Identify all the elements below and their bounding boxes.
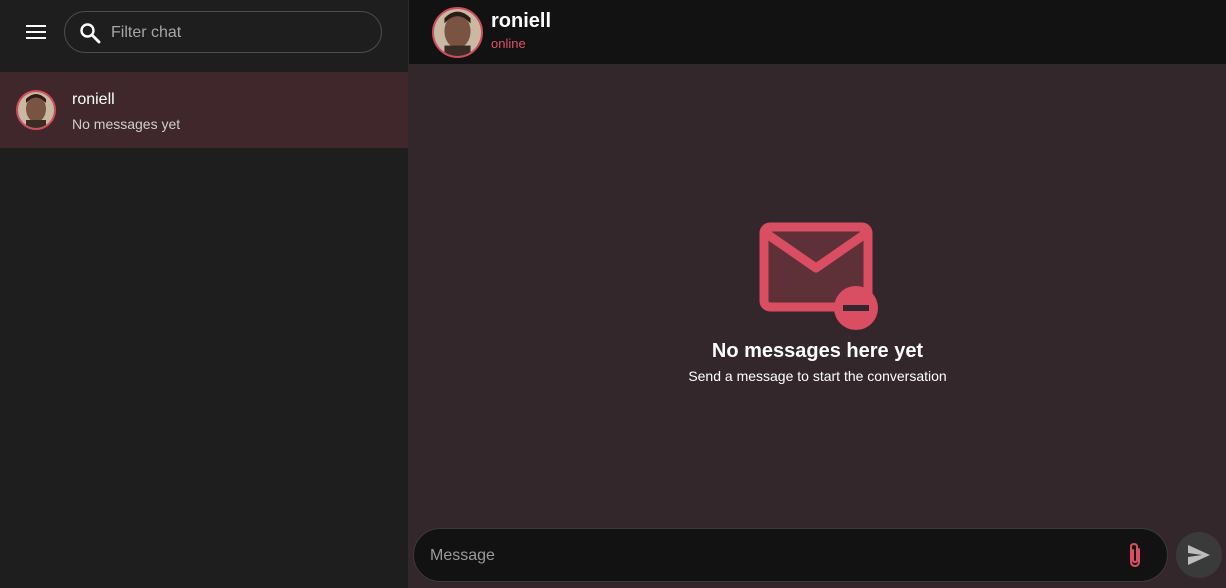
empty-state-title: No messages here yet xyxy=(711,340,924,362)
empty-state-subtitle: Send a message to start the conversation xyxy=(688,368,947,384)
sidebar-header xyxy=(0,0,408,64)
conversation-header: roniell online xyxy=(409,0,1226,65)
chat-preview: No messages yet xyxy=(72,116,181,132)
send-icon xyxy=(1188,545,1210,565)
mail-minus-icon xyxy=(759,222,878,330)
send-button[interactable] xyxy=(1176,532,1222,578)
paperclip-icon xyxy=(1130,542,1140,568)
menu-button[interactable] xyxy=(20,16,52,48)
message-input[interactable] xyxy=(428,529,1112,583)
chat-name: roniell xyxy=(72,91,115,108)
conversation-panel: roniell online No messages here yet Send… xyxy=(409,0,1226,588)
search-box[interactable] xyxy=(64,11,382,54)
contact-name: roniell xyxy=(491,10,552,32)
search-icon xyxy=(80,23,101,44)
chat-list-item[interactable]: roniell No messages yet xyxy=(0,72,408,148)
contact-photo xyxy=(18,92,54,128)
message-composer xyxy=(413,528,1168,583)
sidebar: roniell No messages yet xyxy=(0,0,409,588)
contact-photo xyxy=(434,9,481,56)
attach-button[interactable] xyxy=(1124,542,1148,568)
search-input[interactable] xyxy=(109,12,373,54)
avatar xyxy=(16,90,56,130)
menu-icon xyxy=(26,25,46,39)
contact-status: online xyxy=(491,36,526,51)
contact-avatar[interactable] xyxy=(432,7,483,58)
